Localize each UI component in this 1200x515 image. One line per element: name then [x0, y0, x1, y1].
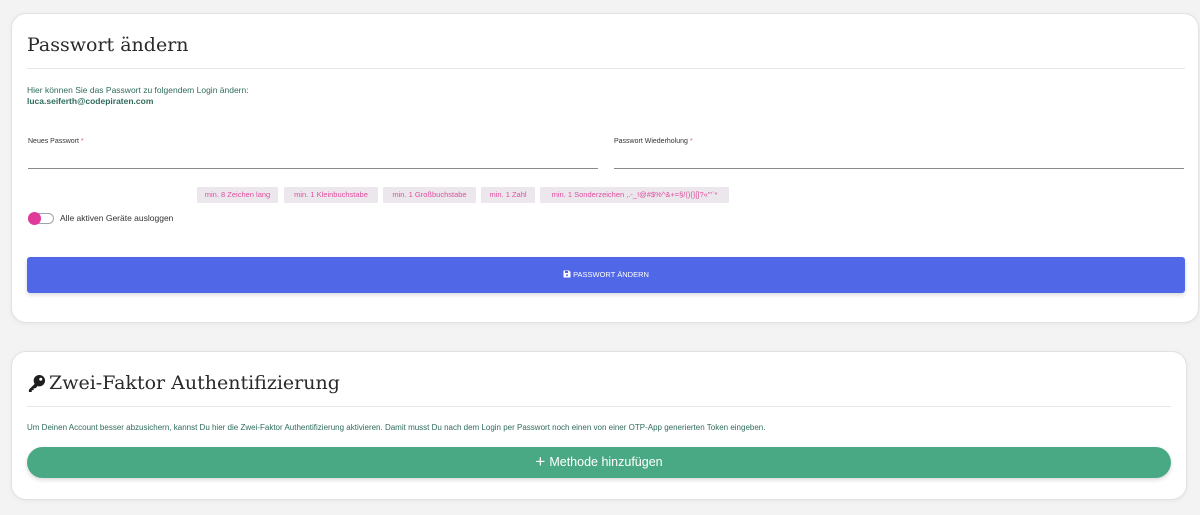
add-method-label: Methode hinzufügen: [549, 455, 663, 469]
repeat-password-input[interactable]: [614, 152, 1182, 166]
requirement-badge-lowercase: min. 1 Kleinbuchstabe: [284, 187, 378, 203]
plus-icon: +: [535, 452, 546, 472]
login-email: luca.seiferth@codepiraten.com: [27, 96, 154, 106]
requirement-badge-digit: min. 1 Zahl: [481, 187, 535, 203]
login-info-text: Hier können Sie das Passwort zu folgende…: [27, 85, 249, 95]
two-factor-description: Um Deinen Account besser abzusichern, ka…: [27, 423, 766, 432]
logout-devices-toggle[interactable]: [28, 212, 54, 225]
add-method-button[interactable]: + Methode hinzufügen: [27, 447, 1171, 478]
repeat-password-label: Passwort Wiederholung *: [614, 138, 693, 145]
toggle-knob: [28, 212, 41, 225]
change-password-button[interactable]: PASSWORT ÄNDERN: [27, 257, 1185, 293]
key-icon: [28, 374, 46, 393]
logout-devices-label: Alle aktiven Geräte ausloggen: [60, 213, 174, 223]
change-password-label: PASSWORT ÄNDERN: [573, 270, 649, 279]
new-password-input[interactable]: [28, 152, 596, 166]
new-password-underline: [28, 168, 598, 169]
repeat-password-underline: [614, 168, 1184, 169]
password-card-title: Passwort ändern: [27, 34, 189, 56]
save-icon: [563, 270, 571, 278]
two-factor-divider: [27, 406, 1171, 407]
requirement-badge-length: min. 8 Zeichen lang: [197, 187, 278, 203]
two-factor-title: Zwei-Faktor Authentifizierung: [49, 372, 340, 394]
new-password-label: Neues Passwort *: [28, 138, 84, 145]
title-divider: [27, 68, 1185, 69]
requirement-badge-special: min. 1 Sonderzeichen ,.-_!@#$%^&+=§/(){}…: [540, 187, 729, 203]
requirement-badge-uppercase: min. 1 Großbuchstabe: [383, 187, 476, 203]
